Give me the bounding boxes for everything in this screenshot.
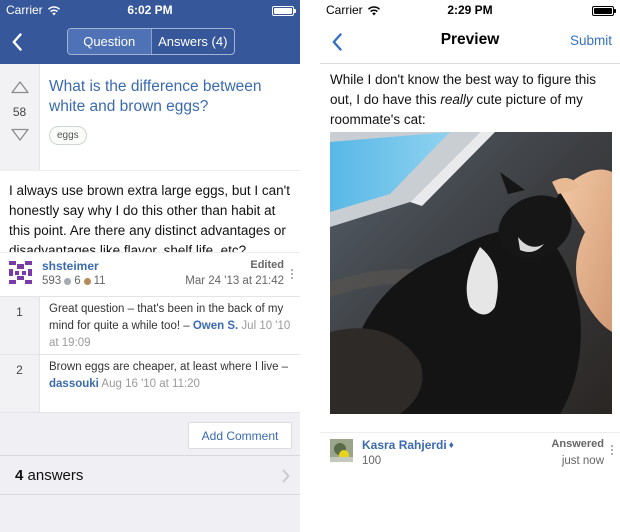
- chevron-right-icon: [282, 469, 290, 483]
- comment-text: Great question – that's been in the back…: [40, 297, 300, 354]
- answered-time: just now: [561, 455, 604, 467]
- user-avatar-image: [330, 439, 353, 462]
- answer-preview-text: While I don't know the best way to figur…: [320, 64, 620, 131]
- answers-count: 4: [15, 467, 24, 484]
- answers-word: answers: [27, 467, 84, 484]
- nav-header: Carrier 6:02 PM Question Answers (4): [0, 0, 300, 64]
- question-title: What is the difference between white and…: [49, 78, 262, 115]
- question-body: I always use brown extra large eggs, but…: [0, 170, 300, 258]
- navigation-bar: Question Answers (4): [0, 20, 300, 64]
- answers-count-row[interactable]: 4 answers: [0, 455, 300, 495]
- comment-author[interactable]: Owen S.: [193, 320, 238, 332]
- nav-header: Carrier 2:29 PM Preview Submit: [320, 0, 620, 64]
- submit-button[interactable]: Submit: [570, 33, 612, 48]
- question-title-block: What is the difference between white and…: [40, 64, 300, 170]
- comments-list: 1 Great question – that's been in the ba…: [0, 296, 300, 412]
- downvote-icon[interactable]: [10, 128, 30, 142]
- owner-reputation: 100: [362, 455, 382, 467]
- more-options-icon[interactable]: [611, 445, 615, 455]
- answer-text-emphasis: really: [440, 92, 473, 107]
- question-score: 58: [12, 105, 27, 119]
- question-header: 58 What is the difference between white …: [0, 64, 300, 170]
- answers-count-label: 4 answers: [15, 467, 83, 484]
- status-time: 6:02 PM: [127, 3, 173, 17]
- chevron-left-icon: [12, 33, 22, 51]
- preview-screen: Carrier 2:29 PM Preview Submit While I d…: [320, 0, 620, 532]
- tab-answers[interactable]: Answers (4): [152, 29, 235, 54]
- question-owner: shsteimer 593 6 11 Edited Mar 24 '13 at …: [0, 252, 300, 296]
- status-time: 2:29 PM: [447, 3, 493, 17]
- cat-photo: [330, 132, 612, 414]
- add-comment-row: Add Comment: [0, 412, 300, 454]
- bronze-badge-count: 11: [93, 275, 106, 287]
- comment-author[interactable]: dassouki: [49, 378, 99, 390]
- silver-badge-icon: [64, 277, 72, 285]
- owner-name[interactable]: Kasra Rahjerdi ♦: [362, 438, 454, 452]
- moderator-diamond: ♦: [448, 439, 454, 451]
- comment-item: 2 Brown eggs are cheaper, at least where…: [0, 354, 300, 412]
- battery-icon: [272, 6, 296, 16]
- avatar[interactable]: [9, 261, 32, 284]
- silver-badge-count: 6: [74, 275, 81, 287]
- owner-reputation: 593 6 11: [42, 275, 106, 287]
- comment-date: Aug 16 '10 at 11:20: [101, 378, 200, 390]
- comment-score: 2: [0, 355, 40, 412]
- avatar[interactable]: [330, 439, 353, 462]
- comment-score: 1: [0, 297, 40, 354]
- question-screen: Carrier 6:02 PM Question Answers (4) 58 …: [0, 0, 300, 532]
- tab-question[interactable]: Question: [68, 29, 152, 54]
- status-bar: Carrier 6:02 PM: [0, 0, 300, 20]
- battery-icon: [592, 6, 616, 16]
- status-bar: Carrier 2:29 PM: [320, 0, 620, 20]
- comment-item: 1 Great question – that's been in the ba…: [0, 296, 300, 354]
- edited-date: Mar 24 '13 at 21:42: [185, 275, 284, 287]
- cat-photo-illustration: [330, 132, 612, 414]
- vote-column: 58: [0, 64, 40, 170]
- answered-label: Answered: [551, 438, 604, 450]
- comment-text: Brown eggs are cheaper, at least where I…: [40, 355, 300, 412]
- bronze-badge-icon: [83, 277, 91, 285]
- reputation-value: 593: [42, 275, 62, 287]
- owner-name[interactable]: shsteimer: [42, 259, 99, 273]
- comment-body: Brown eggs are cheaper, at least where I…: [49, 361, 289, 373]
- more-options-icon[interactable]: [291, 269, 295, 279]
- back-button[interactable]: [6, 30, 28, 54]
- navigation-bar: Preview Submit: [320, 20, 620, 64]
- tag-eggs[interactable]: eggs: [49, 126, 87, 145]
- owner-name-text: Kasra Rahjerdi: [362, 438, 447, 452]
- add-comment-button[interactable]: Add Comment: [188, 422, 292, 449]
- question-answers-segmented-control: Question Answers (4): [67, 28, 235, 55]
- answer-owner: Kasra Rahjerdi ♦ 100 Answered just now: [320, 432, 620, 472]
- edited-label: Edited: [250, 259, 284, 271]
- upvote-icon[interactable]: [10, 80, 30, 94]
